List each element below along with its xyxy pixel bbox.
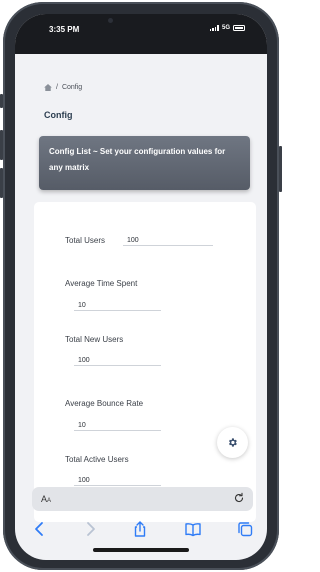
front-camera bbox=[108, 18, 113, 23]
status-time: 3:35 PM bbox=[49, 25, 80, 34]
address-bar[interactable]: AA bbox=[32, 487, 253, 511]
power-button bbox=[279, 146, 282, 192]
status-bar: 3:35 PM 5G bbox=[15, 14, 267, 54]
share-icon[interactable] bbox=[132, 521, 148, 537]
bookmarks-icon[interactable] bbox=[185, 521, 201, 537]
screen: 3:35 PM 5G / Config Config Config List ~… bbox=[15, 14, 267, 560]
field-label-total-users: Total Users bbox=[65, 236, 106, 245]
reload-icon[interactable] bbox=[233, 492, 245, 504]
field-label-total-active-users: Total Active Users bbox=[65, 455, 129, 464]
field-label-total-new-users: Total New Users bbox=[65, 335, 124, 344]
mute-switch bbox=[0, 94, 3, 108]
total-active-users-input[interactable]: 100 bbox=[74, 476, 161, 486]
breadcrumb: / Config bbox=[44, 84, 82, 91]
breadcrumb-current: Config bbox=[61, 84, 83, 91]
tabs-icon[interactable] bbox=[237, 521, 253, 537]
volume-down-button bbox=[0, 168, 3, 198]
total-users-input[interactable]: 100 bbox=[123, 236, 213, 246]
settings-button[interactable] bbox=[217, 427, 248, 458]
home-icon[interactable] bbox=[44, 84, 52, 91]
home-indicator bbox=[93, 548, 189, 552]
field-label-average-bounce-rate: Average Bounce Rate bbox=[65, 399, 144, 408]
page-title: Config bbox=[44, 110, 73, 120]
forward-icon[interactable] bbox=[82, 521, 98, 537]
config-form-card: Total Users 100 Average Time Spent 10 To… bbox=[34, 202, 256, 522]
battery-icon bbox=[233, 25, 245, 31]
average-bounce-rate-input[interactable]: 10 bbox=[74, 421, 161, 431]
signal-icon bbox=[209, 25, 219, 31]
volume-up-button bbox=[0, 130, 3, 160]
total-new-users-input[interactable]: 100 bbox=[74, 356, 161, 366]
status-indicators: 5G bbox=[209, 25, 245, 31]
breadcrumb-separator: / bbox=[56, 84, 58, 91]
average-time-spent-input[interactable]: 10 bbox=[74, 301, 161, 311]
config-banner: Config List ~ Set your configuration val… bbox=[39, 136, 250, 190]
phone-frame: 3:35 PM 5G / Config Config Config List ~… bbox=[3, 2, 279, 570]
network-label: 5G bbox=[221, 25, 230, 31]
gear-icon bbox=[228, 438, 237, 447]
back-icon[interactable] bbox=[32, 521, 48, 537]
text-size-button[interactable]: AA bbox=[41, 494, 51, 504]
field-label-average-time-spent: Average Time Spent bbox=[65, 279, 138, 288]
